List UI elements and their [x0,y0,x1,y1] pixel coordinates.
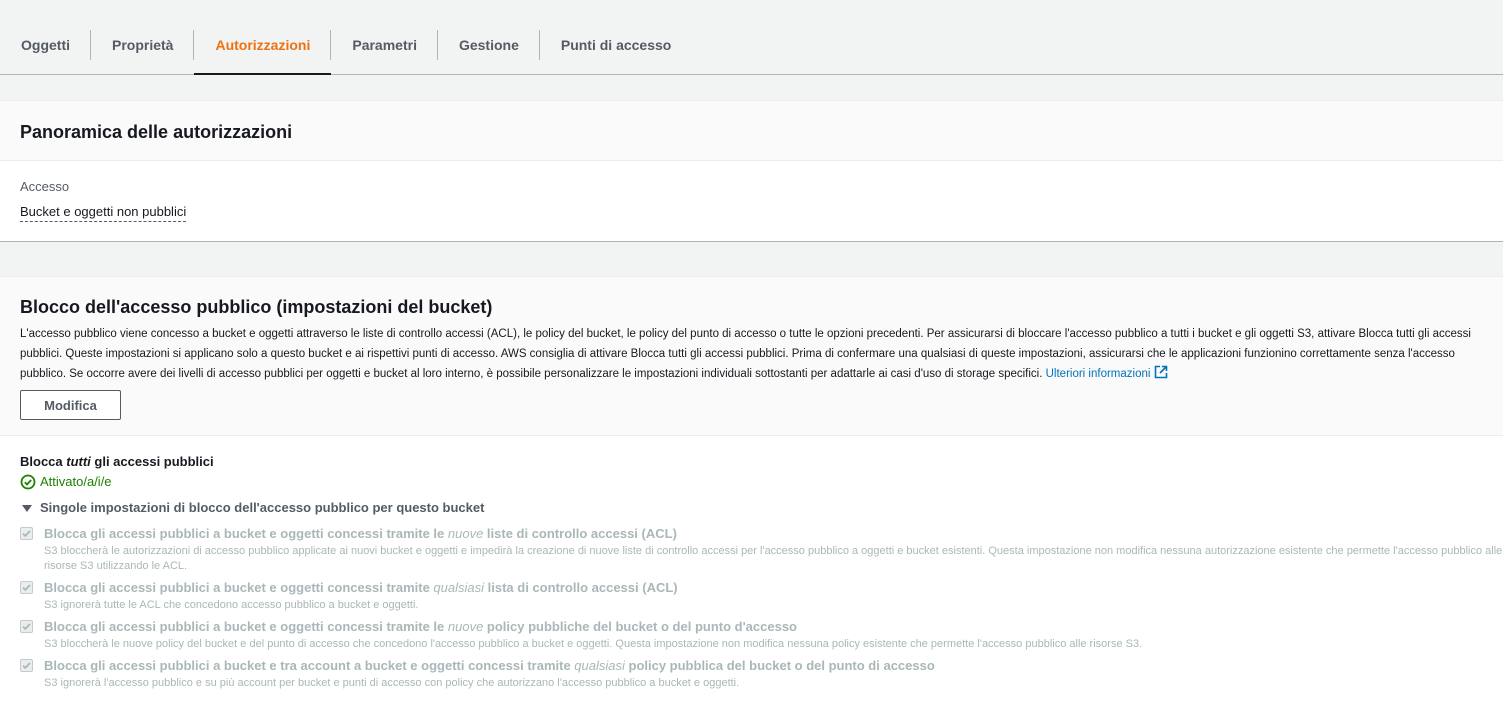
tab-punti-di-accesso[interactable]: Punti di accesso [540,28,692,74]
option-title-em: qualsiasi [574,658,625,673]
option-title-em: qualsiasi [433,580,485,595]
option-title-suffix: lista di controllo accessi (ACL) [484,580,678,595]
option-title: Blocca gli accessi pubblici a bucket e o… [44,526,1483,542]
status-badge: Attivato/a/i/e [20,474,1483,490]
tab-label: Proprietà [112,37,174,53]
external-link-icon [1155,365,1168,379]
block-all-prefix: Blocca [20,454,67,469]
option-checkbox[interactable] [20,581,33,594]
option-description: S3 ignorerà l'accesso pubblico e su più … [44,677,740,689]
tab-label: Parametri [352,37,417,53]
block-public-access-panel: Blocco dell'accesso pubblico (impostazio… [0,276,1503,726]
expander-label: Singole impostazioni di blocco dell'acce… [40,500,485,515]
block-public-access-description: L'accesso pubblico viene concesso a buck… [20,324,1498,384]
tab-label: Punti di accesso [560,37,672,53]
checkbox-check-icon [22,623,31,631]
setting-option-any-policy: Blocca gli accessi pubblici a bucket e t… [20,658,1483,691]
check-circle-icon [20,474,36,490]
panel-body: Accesso Bucket e oggetti non pubblici [0,161,1503,222]
option-title: Blocca gli accessi pubblici a bucket e t… [44,658,1483,674]
option-title: Blocca gli accessi pubblici a bucket e o… [44,580,1483,596]
individual-settings-expander[interactable]: Singole impostazioni di blocco dell'acce… [20,500,1483,516]
tab-gestione[interactable]: Gestione [438,28,540,74]
block-all-suffix: gli accessi pubblici [90,454,214,469]
option-title-prefix: Blocca gli accessi pubblici a bucket e o… [44,526,448,541]
checkbox-check-icon [22,662,31,670]
tab-label: Gestione [458,37,519,53]
option-title-prefix: Blocca gli accessi pubblici a bucket e t… [44,658,575,673]
option-description: S3 bloccherà le nuove policy del bucket … [44,638,1143,650]
panel-body: Blocca tutti gli accessi pubblici Attiva… [0,436,1503,691]
overview-title: Panoramica delle autorizzazioni [20,122,293,142]
option-title-prefix: Blocca gli accessi pubblici a bucket e o… [44,580,434,595]
panel-header: Panoramica delle autorizzazioni [0,101,1503,161]
tab-label: Autorizzazioni [215,37,311,53]
setting-option-any-acl: Blocca gli accessi pubblici a bucket e o… [20,580,1483,613]
tab-proprieta[interactable]: Proprietà [91,28,195,74]
setting-option-new-acl: Blocca gli accessi pubblici a bucket e o… [20,526,1502,574]
permissions-overview-panel: Panoramica delle autorizzazioni Accesso … [0,100,1503,242]
access-label: Accesso [20,179,70,194]
panel-header: Blocco dell'accesso pubblico (impostazio… [0,277,1503,436]
option-title-em: nuove [447,526,484,541]
option-title-suffix: policy pubblica del bucket o del punto d… [624,658,935,673]
block-public-access-title: Blocco dell'accesso pubblico (impostazio… [20,297,493,317]
block-all-title: Blocca tutti gli accessi pubblici [20,454,1483,470]
tab-parametri[interactable]: Parametri [331,28,438,74]
tab-label: Oggetti [21,37,70,53]
caret-down-icon [22,504,32,512]
tab-autorizzazioni[interactable]: Autorizzazioni [194,28,332,75]
checkbox-check-icon [22,530,31,538]
learn-more-link[interactable]: Ulteriori informazioni [1045,365,1169,380]
access-value[interactable]: Bucket e oggetti non pubblici [20,204,187,222]
description-text: L'accesso pubblico viene concesso a buck… [20,328,1471,380]
option-description: S3 ignorerà tutte le ACL che concedono a… [44,599,419,611]
tab-list: Oggetti Proprietà Autorizzazioni Paramet… [0,28,692,75]
block-all-em: tutti [66,454,91,469]
option-title-em: nuove [447,619,484,634]
option-description: S3 bloccherà le autorizzazioni di access… [44,545,1503,572]
edit-button[interactable]: Modifica [20,390,121,420]
option-title-suffix: policy pubbliche del bucket o del punto … [483,619,797,634]
option-title-suffix: liste di controllo accessi (ACL) [483,526,677,541]
tab-oggetti[interactable]: Oggetti [0,28,91,74]
option-title: Blocca gli accessi pubblici a bucket e o… [44,619,1483,635]
status-text: Attivato/a/i/e [40,474,112,489]
option-checkbox[interactable] [20,527,33,540]
setting-option-new-policy: Blocca gli accessi pubblici a bucket e o… [20,619,1483,652]
option-title-prefix: Blocca gli accessi pubblici a bucket e o… [44,619,448,634]
checkbox-check-icon [22,584,31,592]
option-checkbox[interactable] [20,659,33,672]
option-checkbox[interactable] [20,620,33,633]
tab-bar: Oggetti Proprietà Autorizzazioni Paramet… [0,0,1503,75]
learn-more-label: Ulteriori informazioni [1045,368,1151,380]
